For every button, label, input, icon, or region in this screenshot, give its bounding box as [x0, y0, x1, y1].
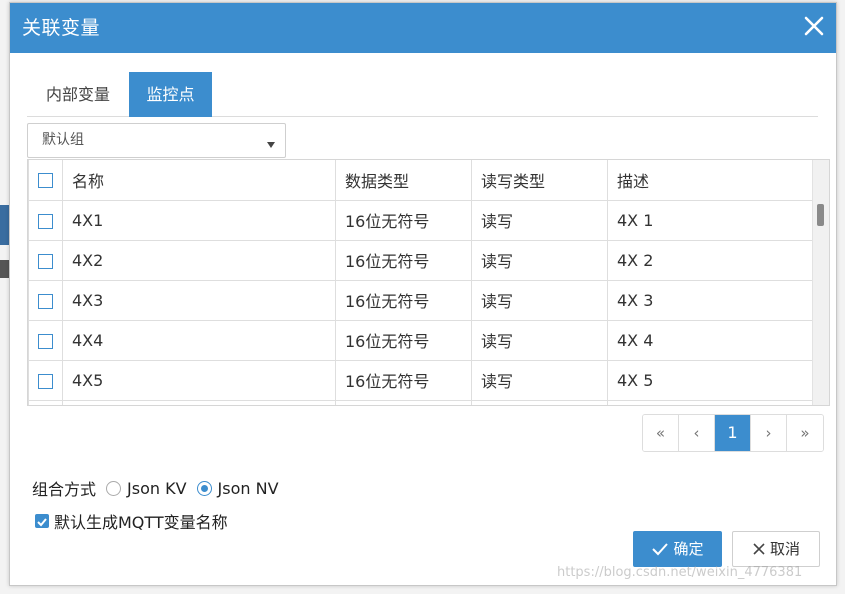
- cell-data-type: 16位无符号: [335, 359, 472, 401]
- page-button-current[interactable]: 1: [715, 415, 751, 451]
- default-mqtt-name-checkbox[interactable]: [35, 514, 49, 528]
- cell-description: [607, 399, 814, 405]
- row-checkbox[interactable]: [38, 253, 53, 269]
- group-select-value: 默认组: [42, 132, 84, 148]
- group-select[interactable]: 默认组: [27, 123, 286, 158]
- check-icon: [652, 543, 669, 556]
- radio-json-kv-label[interactable]: Json KV: [127, 479, 187, 498]
- x-icon: [753, 543, 765, 555]
- cell-description: 4X 2: [607, 239, 814, 281]
- pagination: « ‹ 1 › »: [642, 414, 824, 452]
- dialog-titlebar: 关联变量: [10, 3, 836, 53]
- first-page-button[interactable]: «: [643, 415, 679, 451]
- table-row[interactable]: 4X3 16位无符号 读写 4X 3: [28, 279, 814, 321]
- default-mqtt-name-option: 默认生成MQTT变量名称: [35, 510, 228, 532]
- cancel-button-label: 取消: [769, 540, 800, 558]
- select-all-cell: [28, 160, 63, 201]
- next-page-button[interactable]: ›: [751, 415, 787, 451]
- column-header-name[interactable]: 名称: [62, 160, 336, 201]
- backdrop-strip: [0, 260, 9, 278]
- cell-data-type: 16位无符号: [335, 279, 472, 321]
- row-select-cell: [28, 199, 63, 241]
- table-row[interactable]: 4X2 16位无符号 读写 4X 2: [28, 239, 814, 281]
- cell-name: [62, 399, 336, 405]
- table-row[interactable]: 4X5 16位无符号 读写 4X 5: [28, 359, 814, 401]
- cell-name: 4X4: [62, 319, 336, 361]
- tab-bar: 内部变量 监控点: [27, 72, 818, 117]
- cell-name: 4X1: [62, 199, 336, 241]
- tab-monitor-points[interactable]: 监控点: [129, 72, 212, 117]
- row-select-cell: [28, 239, 63, 281]
- cell-rw-type: [471, 399, 608, 405]
- scrollbar-thumb[interactable]: [817, 204, 824, 226]
- column-header-data-type[interactable]: 数据类型: [335, 160, 472, 201]
- cell-data-type: 16位无符号: [335, 239, 472, 281]
- cell-name: 4X3: [62, 279, 336, 321]
- last-page-button[interactable]: »: [787, 415, 823, 451]
- row-select-cell: [28, 359, 63, 401]
- variable-table: 名称 数据类型 读写类型 描述 4X1 16位无符号 读写 4X 1 4X2 1…: [27, 159, 830, 406]
- column-header-description[interactable]: 描述: [607, 160, 814, 201]
- caret-down-icon: [267, 136, 275, 152]
- cell-data-type: 16位无符号: [335, 199, 472, 241]
- row-select-cell: [28, 399, 63, 405]
- default-mqtt-name-label[interactable]: 默认生成MQTT变量名称: [54, 509, 228, 533]
- row-select-cell: [28, 319, 63, 361]
- cell-name: 4X2: [62, 239, 336, 281]
- cell-rw-type: 读写: [471, 359, 608, 401]
- confirm-button[interactable]: 确定: [633, 531, 722, 567]
- cell-rw-type: 读写: [471, 279, 608, 321]
- confirm-button-label: 确定: [673, 540, 704, 558]
- table-row[interactable]: 4X1 16位无符号 读写 4X 1: [28, 199, 814, 241]
- tab-internal-variables[interactable]: 内部变量: [27, 72, 129, 117]
- cell-data-type: [335, 399, 472, 405]
- row-checkbox[interactable]: [38, 333, 53, 349]
- radio-json-nv[interactable]: [196, 480, 212, 496]
- cell-description: 4X 3: [607, 279, 814, 321]
- table-scrollbar[interactable]: [812, 160, 829, 405]
- column-header-rw-type[interactable]: 读写类型: [471, 160, 608, 201]
- cell-rw-type: 读写: [471, 239, 608, 281]
- prev-page-button[interactable]: ‹: [679, 415, 715, 451]
- combine-mode-label: 组合方式: [32, 480, 97, 499]
- table-row[interactable]: [28, 399, 814, 405]
- cell-name: 4X5: [62, 359, 336, 401]
- cell-description: 4X 5: [607, 359, 814, 401]
- radio-json-nv-label[interactable]: Json NV: [218, 479, 279, 498]
- close-icon[interactable]: [800, 12, 828, 40]
- row-checkbox[interactable]: [38, 213, 53, 229]
- row-select-cell: [28, 279, 63, 321]
- select-all-checkbox[interactable]: [38, 173, 53, 189]
- row-checkbox[interactable]: [38, 293, 53, 309]
- cell-data-type: 16位无符号: [335, 319, 472, 361]
- backdrop-strip: [0, 205, 9, 245]
- associate-variable-dialog: 关联变量 内部变量 监控点 默认组 名称 数据类型 读写类型 描述 4X1 16…: [9, 2, 837, 586]
- radio-json-kv[interactable]: [106, 480, 122, 496]
- table-header-row: 名称 数据类型 读写类型 描述: [28, 160, 814, 201]
- cell-description: 4X 1: [607, 199, 814, 241]
- cancel-button[interactable]: 取消: [732, 531, 820, 567]
- cell-rw-type: 读写: [471, 319, 608, 361]
- dialog-title: 关联变量: [22, 17, 101, 39]
- combine-mode-group: 组合方式 Json KV Json NV: [32, 476, 279, 500]
- cell-description: 4X 4: [607, 319, 814, 361]
- row-checkbox[interactable]: [38, 373, 53, 389]
- cell-rw-type: 读写: [471, 199, 608, 241]
- watermark: https://blog.csdn.net/weixin_4776381: [557, 565, 803, 580]
- table-row[interactable]: 4X4 16位无符号 读写 4X 4: [28, 319, 814, 361]
